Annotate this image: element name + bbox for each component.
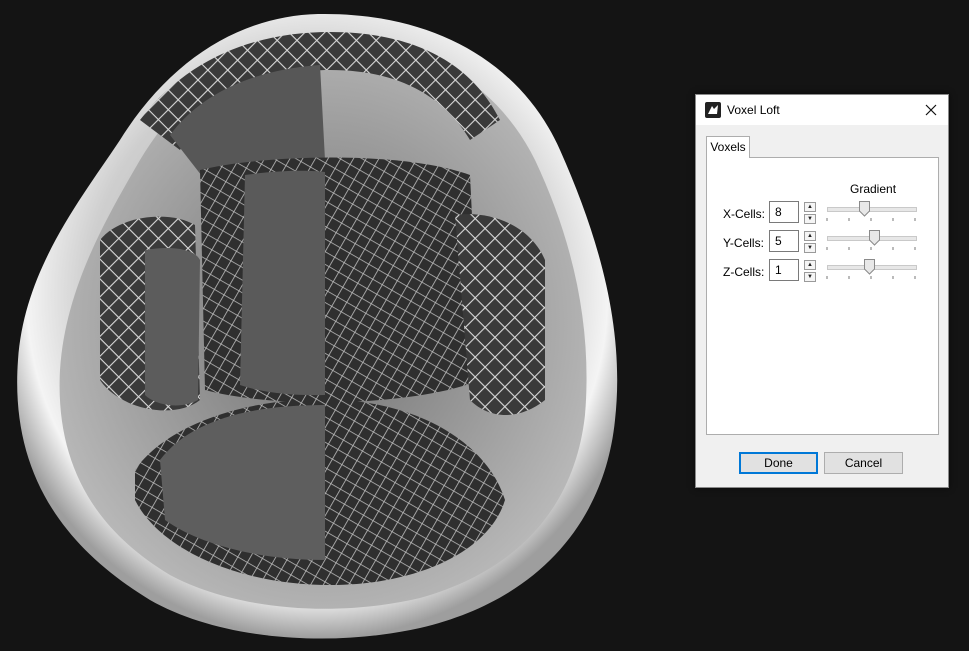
z-cells-up-button[interactable]: ▲ bbox=[804, 260, 816, 270]
rhino-app-icon bbox=[705, 102, 721, 118]
slider-thumb[interactable] bbox=[869, 230, 881, 246]
slider-ticks bbox=[826, 247, 916, 250]
chevron-down-icon: ▼ bbox=[807, 245, 813, 251]
y-gradient-slider[interactable] bbox=[825, 230, 917, 250]
x-cells-label: X-Cells: bbox=[723, 207, 766, 221]
dialog-title: Voxel Loft bbox=[727, 103, 780, 117]
chevron-up-icon: ▲ bbox=[807, 233, 813, 239]
close-icon[interactable] bbox=[920, 99, 942, 121]
x-cells-input[interactable] bbox=[769, 201, 799, 223]
slider-thumb[interactable] bbox=[863, 259, 875, 275]
chevron-down-icon: ▼ bbox=[807, 274, 813, 280]
x-gradient-slider[interactable] bbox=[825, 201, 917, 221]
chevron-up-icon: ▲ bbox=[807, 204, 813, 210]
y-cells-label: Y-Cells: bbox=[723, 236, 764, 250]
chevron-down-icon: ▼ bbox=[807, 216, 813, 222]
y-cells-input[interactable] bbox=[769, 230, 799, 252]
y-cells-stepper[interactable]: ▲ ▼ bbox=[804, 231, 816, 253]
voxels-panel: Gradient X-Cells: ▲ ▼ Y-Cells: ▲ ▼ bbox=[706, 157, 939, 435]
gradient-header: Gradient bbox=[850, 182, 897, 196]
y-cells-up-button[interactable]: ▲ bbox=[804, 231, 816, 241]
z-cells-down-button[interactable]: ▼ bbox=[804, 272, 816, 282]
slider-ticks bbox=[826, 218, 916, 221]
z-cells-stepper[interactable]: ▲ ▼ bbox=[804, 260, 816, 282]
z-cells-label: Z-Cells: bbox=[723, 265, 765, 279]
cancel-button[interactable]: Cancel bbox=[824, 452, 903, 474]
z-cells-input[interactable] bbox=[769, 259, 799, 281]
voxel-loft-dialog: Voxel Loft Voxels Gradient X-Cells: ▲ ▼ … bbox=[695, 94, 949, 488]
z-gradient-slider[interactable] bbox=[825, 259, 917, 279]
slider-ticks bbox=[826, 276, 916, 279]
done-button[interactable]: Done bbox=[739, 452, 818, 474]
x-cells-down-button[interactable]: ▼ bbox=[804, 214, 816, 224]
y-cells-down-button[interactable]: ▼ bbox=[804, 243, 816, 253]
slider-track bbox=[827, 207, 917, 212]
tab-voxels[interactable]: Voxels bbox=[706, 136, 750, 158]
x-cells-up-button[interactable]: ▲ bbox=[804, 202, 816, 212]
slider-thumb[interactable] bbox=[859, 201, 871, 217]
x-cells-stepper[interactable]: ▲ ▼ bbox=[804, 202, 816, 224]
dialog-titlebar[interactable]: Voxel Loft bbox=[696, 95, 948, 125]
chevron-up-icon: ▲ bbox=[807, 262, 813, 268]
